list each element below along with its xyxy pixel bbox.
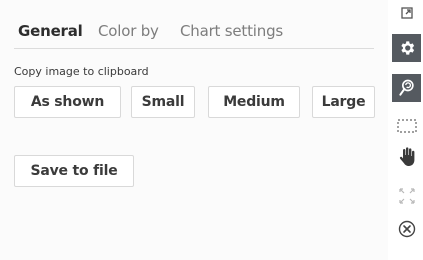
save-to-file-button[interactable]: Save to file: [14, 155, 134, 187]
tab-bar: General Color by Chart settings: [14, 18, 374, 49]
copy-small-button[interactable]: Small: [131, 86, 195, 118]
expand-icon[interactable]: [392, 4, 421, 22]
copy-medium-button[interactable]: Medium: [208, 86, 300, 118]
close-icon[interactable]: [392, 215, 421, 243]
tab-chart-settings[interactable]: Chart settings: [180, 22, 283, 40]
marquee-select-icon[interactable]: [392, 112, 421, 140]
copy-large-button[interactable]: Large: [312, 86, 375, 118]
side-toolbar: [388, 0, 423, 260]
copy-as-shown-button[interactable]: As shown: [14, 86, 121, 118]
search-reset-icon[interactable]: [392, 74, 421, 102]
gear-icon[interactable]: [392, 34, 421, 62]
fit-to-window-icon[interactable]: [392, 182, 421, 210]
export-panel: General Color by Chart settings Copy ima…: [0, 0, 388, 260]
tab-color-by[interactable]: Color by: [98, 22, 159, 40]
copy-image-label: Copy image to clipboard: [14, 65, 149, 78]
tab-general[interactable]: General: [18, 22, 83, 40]
pan-hand-icon[interactable]: [392, 143, 421, 171]
